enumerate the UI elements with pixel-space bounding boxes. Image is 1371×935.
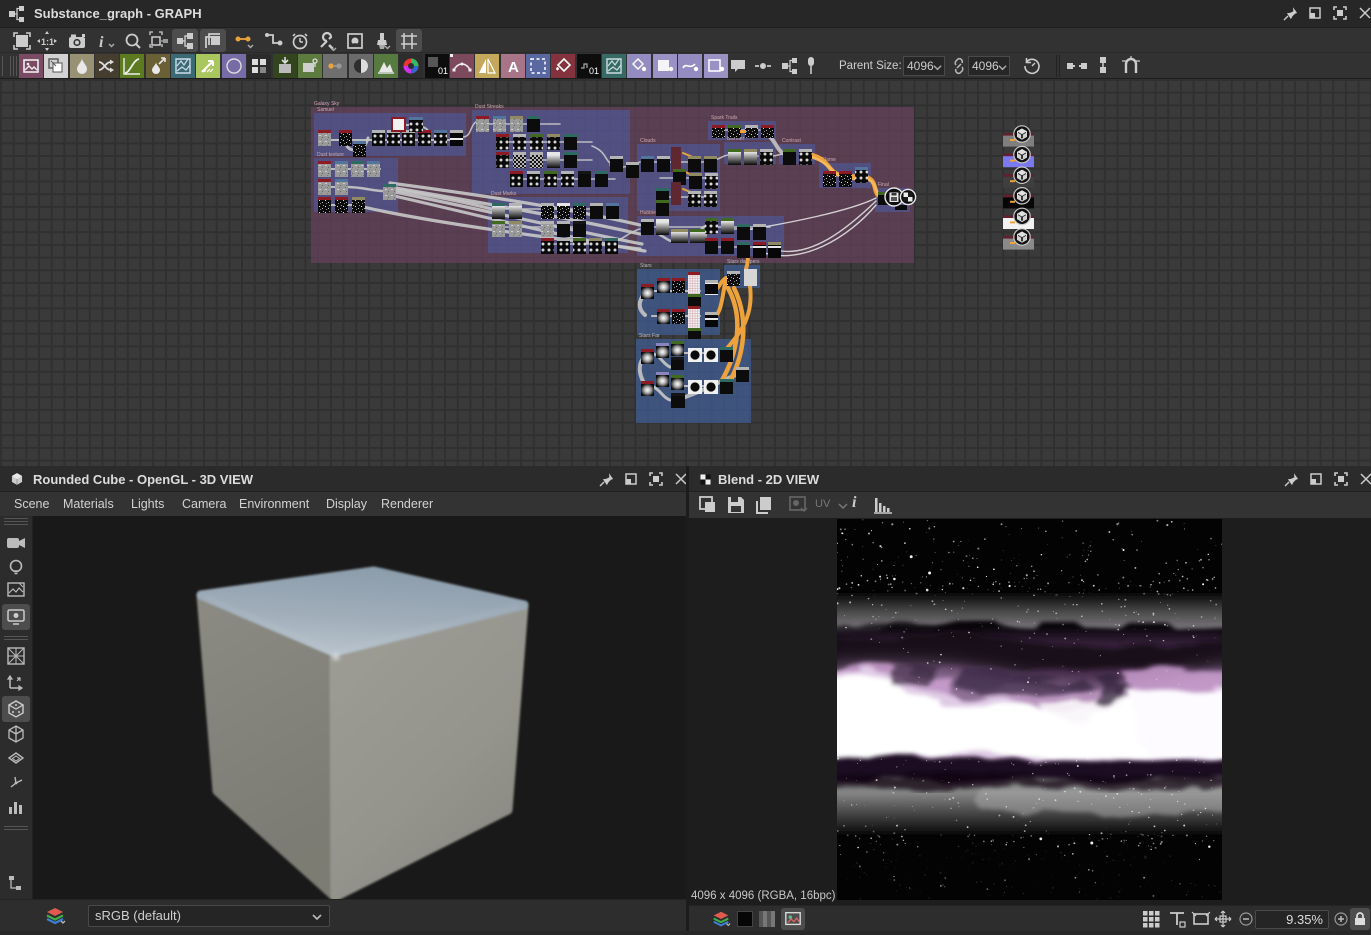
svg-text:01: 01	[589, 66, 599, 76]
svg-text:A: A	[508, 59, 519, 76]
svg-text:01: 01	[438, 66, 448, 76]
svg-text:Stars dampers: Stars dampers	[727, 259, 760, 265]
svg-text:Hubble: Hubble	[640, 210, 656, 216]
svg-text:Spark Trails: Spark Trails	[711, 115, 738, 121]
svg-text:Dust Marks: Dust Marks	[491, 191, 517, 197]
svg-text:Dust Streaks: Dust Streaks	[475, 104, 504, 110]
svg-text:i: i	[99, 34, 104, 51]
svg-text:Stars Far: Stars Far	[639, 333, 660, 339]
svg-text:1:1: 1:1	[41, 37, 54, 47]
svg-text:Final: Final	[878, 182, 889, 188]
svg-text:Stars: Stars	[640, 263, 652, 269]
svg-text:Dust texture: Dust texture	[317, 152, 344, 158]
svg-text:Contrast: Contrast	[782, 138, 802, 144]
svg-text:Clouds: Clouds	[640, 138, 656, 144]
svg-text:Samuel: Samuel	[317, 107, 334, 113]
